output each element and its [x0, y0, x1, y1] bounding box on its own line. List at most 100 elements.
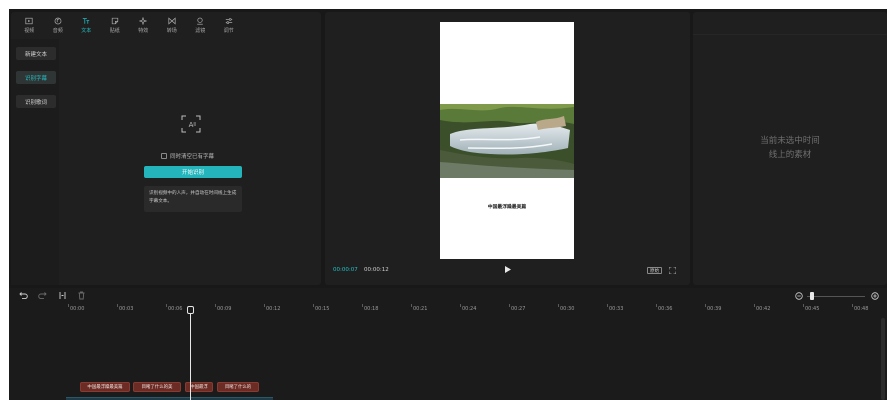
- ruler-tick: [852, 304, 853, 307]
- text-sidebar: 新建文本 识别字幕 识别歌词: [11, 39, 59, 285]
- delete-icon[interactable]: [77, 291, 86, 300]
- timeline-toolbar: [9, 288, 887, 304]
- tab-label: 转场: [166, 27, 177, 34]
- tick-label: 00:12: [266, 306, 281, 312]
- text-icon: [83, 17, 90, 24]
- tab-bar: 视频 音频 文本 贴纸 特效 转场 滤镜 调节: [11, 12, 321, 38]
- tick-label: 00:00: [70, 306, 85, 312]
- text-clip[interactable]: 目睹了什么的美: [133, 382, 181, 392]
- ruler-tick: [558, 304, 559, 307]
- tick-label: 00:48: [854, 306, 869, 312]
- svg-text:A: A: [189, 121, 194, 129]
- clear-existing-checkbox[interactable]: [161, 153, 167, 159]
- tab-label: 音频: [52, 27, 63, 34]
- tick-label: 00:39: [707, 306, 722, 312]
- tick-label: 00:18: [364, 306, 379, 312]
- filter-icon: [197, 17, 204, 25]
- tab-label: 视频: [24, 27, 35, 34]
- video-editor-window: 视频 音频 文本 贴纸 特效 转场 滤镜 调节 新建文本 识别字幕 识别歌词 A…: [9, 9, 887, 400]
- tab-text[interactable]: 文本: [72, 12, 101, 38]
- sidebar-item-new-text[interactable]: 新建文本: [16, 47, 56, 60]
- clear-existing-row[interactable]: 同时清空已有字幕: [161, 152, 214, 160]
- tab-video[interactable]: 视频: [15, 12, 44, 38]
- tab-label: 特效: [138, 27, 149, 34]
- undo-icon[interactable]: [19, 291, 28, 300]
- tick-label: 00:09: [217, 306, 232, 312]
- player-panel: 中国最浮躁最美篇 00:00:07 00:00:12 原始: [325, 12, 690, 285]
- zoom-slider-track[interactable]: [807, 296, 865, 297]
- tick-label: 00:36: [658, 306, 673, 312]
- aspect-ratio-button[interactable]: 原始: [647, 267, 662, 274]
- ruler-tick: [264, 304, 265, 307]
- zoom-out-icon[interactable]: [795, 292, 803, 300]
- tick-label: 00:33: [609, 306, 624, 312]
- tab-label: 文本: [81, 27, 92, 34]
- tick-label: 00:27: [511, 306, 526, 312]
- no-selection-line-1: 当前未选中时间: [760, 136, 820, 146]
- current-timecode: 00:00:07: [333, 267, 358, 273]
- text-clip[interactable]: 中国最浮躁最美篇: [80, 382, 130, 392]
- preview-canvas[interactable]: 中国最浮躁最美篇: [440, 22, 574, 259]
- ruler-tick: [313, 304, 314, 307]
- tab-filter[interactable]: 滤镜: [186, 12, 215, 38]
- video-icon: [25, 17, 33, 24]
- tick-label: 00:03: [119, 306, 134, 312]
- caption-recognition-icon: A: [181, 115, 201, 133]
- ruler-tick: [607, 304, 608, 307]
- tick-label: 00:15: [315, 306, 330, 312]
- effects-icon: [139, 16, 148, 25]
- waterfall-image: [440, 104, 574, 178]
- tab-label: 滤镜: [195, 27, 206, 34]
- tick-label: 00:30: [560, 306, 575, 312]
- play-icon[interactable]: [505, 266, 511, 273]
- tab-label: 贴纸: [109, 27, 120, 34]
- timeline-scrollbar[interactable]: [881, 318, 885, 400]
- text-clip[interactable]: 目睹了什么的: [217, 382, 259, 392]
- ruler-tick: [803, 304, 804, 307]
- clear-existing-label: 同时清空已有字幕: [170, 154, 215, 160]
- no-selection-line-2: 线上的素材: [768, 150, 812, 160]
- ruler-tick: [509, 304, 510, 307]
- split-icon[interactable]: [58, 291, 67, 300]
- tick-label: 00:24: [462, 306, 477, 312]
- tab-label: 调节: [223, 27, 234, 34]
- tick-label: 00:42: [756, 306, 771, 312]
- redo-icon[interactable]: [38, 291, 47, 300]
- inspector-header: [693, 12, 887, 35]
- tick-label: 00:06: [168, 306, 183, 312]
- zoom-slider-handle[interactable]: [810, 292, 814, 300]
- tab-transition[interactable]: 转场: [158, 12, 187, 38]
- tick-label: 00:45: [805, 306, 820, 312]
- fullscreen-icon[interactable]: [669, 267, 676, 274]
- tick-label: 00:21: [413, 306, 428, 312]
- time-ruler[interactable]: 00:00 00:03 00:06 00:09 00:12 00:15 00:1…: [9, 304, 887, 316]
- tab-audio[interactable]: 音频: [44, 12, 73, 38]
- ruler-tick: [68, 304, 69, 307]
- adjust-icon: [225, 17, 232, 24]
- zoom-in-icon[interactable]: [871, 292, 879, 300]
- ruler-tick: [754, 304, 755, 307]
- inspector-panel: 当前未选中时间 线上的素材: [693, 12, 887, 285]
- tab-adjust[interactable]: 调节: [215, 12, 244, 38]
- no-selection-message: 当前未选中时间 线上的素材: [723, 134, 857, 162]
- sticker-icon: [111, 17, 118, 24]
- sidebar-item-auto-caption[interactable]: 识别字幕: [16, 71, 56, 84]
- timeline-panel: 00:00 00:03 00:06 00:09 00:12 00:15 00:1…: [9, 288, 887, 400]
- ruler-tick: [362, 304, 363, 307]
- transition-icon: [168, 16, 176, 25]
- recognition-tip: 识别视频中的人声，并自动在时间线上生成字幕文本。: [144, 186, 242, 212]
- sidebar-item-lyrics[interactable]: 识别歌词: [16, 95, 56, 108]
- ruler-tick: [215, 304, 216, 307]
- tab-sticker[interactable]: 贴纸: [101, 12, 130, 38]
- playhead-handle[interactable]: [187, 306, 194, 314]
- subtitle-overlay[interactable]: 中国最浮躁最美篇: [440, 203, 574, 210]
- ruler-tick: [705, 304, 706, 307]
- ruler-tick: [166, 304, 167, 307]
- start-recognition-button[interactable]: 开始识别: [144, 166, 242, 178]
- playhead-line: [190, 312, 191, 400]
- ruler-tick: [411, 304, 412, 307]
- tab-effects[interactable]: 特效: [129, 12, 158, 38]
- audio-icon: [54, 17, 62, 24]
- ruler-tick: [117, 304, 118, 307]
- ruler-tick: [460, 304, 461, 307]
